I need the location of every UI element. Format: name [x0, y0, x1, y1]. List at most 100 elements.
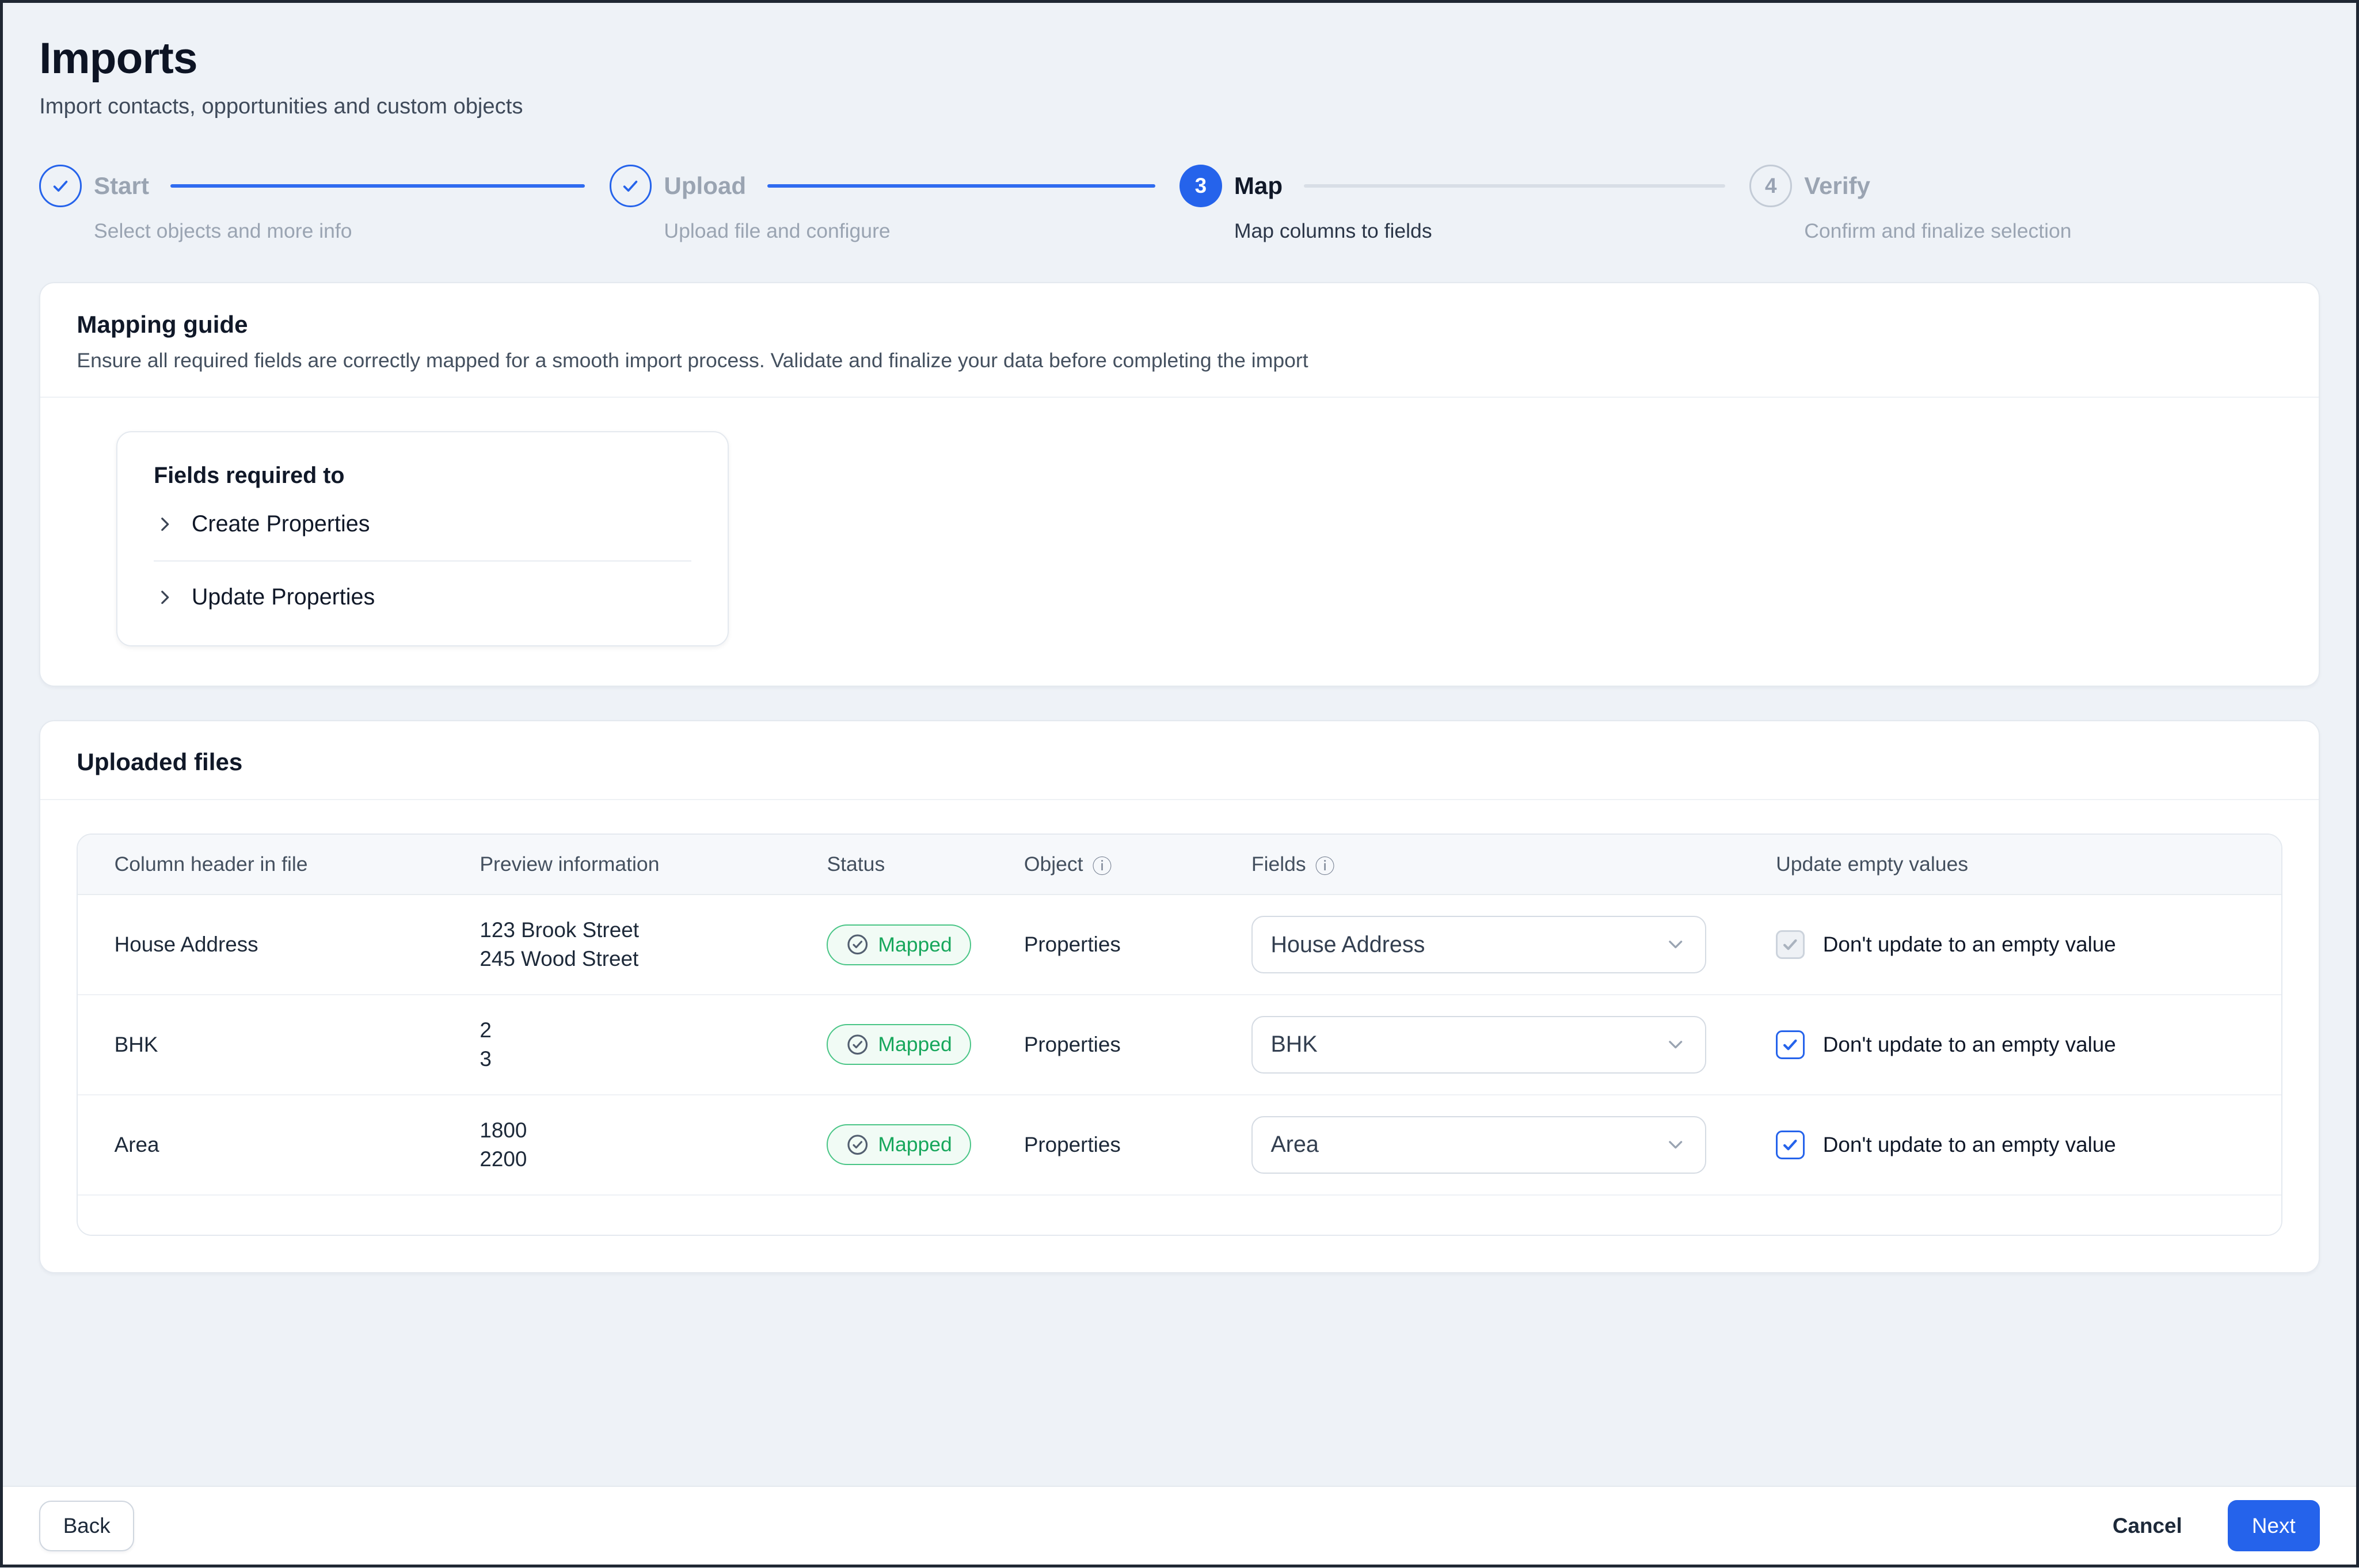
step-start-description: Select objects and more info	[94, 219, 352, 242]
preview-line: 1800	[480, 1118, 527, 1142]
status-badge: Mapped	[827, 924, 972, 965]
mapping-guide-header: Mapping guide Ensure all required fields…	[40, 283, 2319, 398]
col-header-object-label: Object	[1023, 852, 1083, 876]
cell-status: Mapped	[790, 924, 987, 965]
chevron-right-icon	[154, 513, 177, 536]
uploaded-files-title: Uploaded files	[77, 748, 243, 776]
fields-select[interactable]: Area	[1251, 1116, 1706, 1174]
step-verify-number: 4	[1749, 165, 1793, 207]
step-upload-check-icon	[609, 165, 652, 207]
step-start-check-icon	[39, 165, 82, 207]
fields-select[interactable]: House Address	[1251, 916, 1706, 974]
table-row: Area 1800 2200 Mapped Properties Area Do…	[78, 1095, 2281, 1196]
chevron-down-icon	[1664, 933, 1687, 956]
back-button[interactable]: Back	[39, 1500, 135, 1551]
mapping-table: Column header in file Preview informatio…	[77, 833, 2282, 1236]
table-row: House Address 123 Brook Street 245 Wood …	[78, 895, 2281, 996]
step-start-label: Start	[94, 172, 149, 199]
col-header-fields-label: Fields	[1251, 852, 1306, 876]
step-verify-description: Confirm and finalize selection	[1804, 219, 2072, 242]
col-header-object: Object ⓘ	[988, 850, 1215, 879]
cell-object: Properties	[1023, 1132, 1121, 1156]
fields-required-card: Fields required to Create Properties Upd…	[116, 431, 729, 646]
update-empty-label: Don't update to an empty value	[1822, 1132, 2116, 1156]
info-icon[interactable]: ⓘ	[1092, 850, 1112, 879]
step-verify[interactable]: 4 Verify Confirm and finalize selection	[1749, 165, 2319, 243]
fields-required-title: Fields required to	[154, 462, 345, 488]
col-header-preview: Preview information	[480, 852, 660, 876]
step-start[interactable]: Start Select objects and more info	[39, 165, 609, 243]
fields-select-value: BHK	[1270, 1032, 1318, 1057]
check-circle-icon	[846, 1033, 869, 1056]
cell-column-header: BHK	[114, 1032, 158, 1056]
cell-status: Mapped	[790, 1024, 987, 1065]
uploaded-files-header: Uploaded files	[40, 721, 2319, 800]
cell-fields: BHK	[1215, 1015, 1740, 1074]
chevron-right-icon	[154, 586, 177, 609]
page-title: Imports	[39, 33, 197, 83]
cell-fields: Area	[1215, 1116, 1740, 1174]
step-connector	[170, 184, 585, 188]
cell-column-header: House Address	[114, 933, 258, 957]
check-circle-icon	[846, 1133, 869, 1156]
cell-fields: House Address	[1215, 916, 1740, 974]
step-map[interactable]: 3 Map Map columns to fields	[1180, 165, 1749, 243]
preview-line: 245 Wood Street	[480, 947, 639, 971]
chevron-down-icon	[1664, 1033, 1687, 1056]
fields-item-create-properties[interactable]: Create Properties	[154, 489, 691, 560]
step-connector	[1303, 184, 1726, 188]
fields-select-value: House Address	[1270, 931, 1425, 957]
cell-update-empty: Don't update to an empty value	[1740, 1030, 2281, 1059]
update-empty-label: Don't update to an empty value	[1822, 1032, 2116, 1056]
fields-select-value: Area	[1270, 1132, 1319, 1158]
cancel-button[interactable]: Cancel	[2106, 1502, 2188, 1550]
col-header-status: Status	[827, 852, 885, 876]
page-content: Imports Import contacts, opportunities a…	[3, 3, 2356, 1486]
uploaded-files-card: Uploaded files Column header in file Pre…	[39, 720, 2320, 1274]
mapping-guide-description: Ensure all required fields are correctly…	[77, 349, 1308, 372]
cell-update-empty: Don't update to an empty value	[1740, 930, 2281, 960]
cell-object: Properties	[1023, 1032, 1121, 1056]
check-circle-icon	[846, 933, 869, 956]
update-empty-label: Don't update to an empty value	[1822, 933, 2116, 957]
page-header: Imports Import contacts, opportunities a…	[39, 33, 2320, 119]
cell-column-header: Area	[114, 1132, 159, 1156]
fields-item-update-properties[interactable]: Update Properties	[154, 562, 691, 633]
info-icon[interactable]: ⓘ	[1315, 850, 1334, 879]
preview-line: 2200	[480, 1147, 527, 1171]
footer-actions: Cancel Next	[2106, 1500, 2320, 1552]
update-empty-checkbox[interactable]	[1776, 1130, 1805, 1159]
cell-preview: 1800 2200	[443, 1116, 790, 1174]
step-map-label: Map	[1234, 172, 1283, 199]
import-stepper: Start Select objects and more info Uploa…	[39, 165, 2320, 243]
col-header-fields: Fields ⓘ	[1215, 850, 1740, 879]
fields-item-label: Create Properties	[191, 511, 370, 537]
preview-line: 2	[480, 1018, 492, 1042]
update-empty-checkbox	[1776, 930, 1805, 960]
table-footer-space	[78, 1195, 2281, 1235]
col-header-column-header: Column header in file	[114, 852, 308, 876]
step-upload-label: Upload	[664, 172, 747, 199]
chevron-down-icon	[1664, 1133, 1687, 1156]
update-empty-checkbox[interactable]	[1776, 1030, 1805, 1059]
cell-update-empty: Don't update to an empty value	[1740, 1130, 2281, 1159]
imports-window: Imports Import contacts, opportunities a…	[0, 0, 2359, 1568]
page-subtitle: Import contacts, opportunities and custo…	[39, 94, 523, 119]
fields-item-label: Update Properties	[191, 584, 375, 610]
fields-select[interactable]: BHK	[1251, 1015, 1706, 1074]
table-header-row: Column header in file Preview informatio…	[78, 834, 2281, 896]
col-header-update-empty: Update empty values	[1776, 852, 1969, 876]
wizard-footer: Back Cancel Next	[3, 1486, 2357, 1565]
preview-line: 3	[480, 1046, 492, 1071]
table-row: BHK 2 3 Mapped Properties BHK Don't upda…	[78, 995, 2281, 1095]
mapping-guide-body: Fields required to Create Properties Upd…	[40, 398, 2319, 686]
cell-object: Properties	[1023, 933, 1121, 957]
preview-line: 123 Brook Street	[480, 918, 639, 942]
cell-status: Mapped	[790, 1124, 987, 1166]
next-button[interactable]: Next	[2227, 1500, 2320, 1552]
step-verify-label: Verify	[1804, 172, 1870, 199]
mapping-guide-card: Mapping guide Ensure all required fields…	[39, 282, 2320, 687]
step-upload[interactable]: Upload Upload file and configure	[609, 165, 1180, 243]
step-connector	[767, 184, 1155, 188]
status-badge-label: Mapped	[878, 1033, 952, 1056]
